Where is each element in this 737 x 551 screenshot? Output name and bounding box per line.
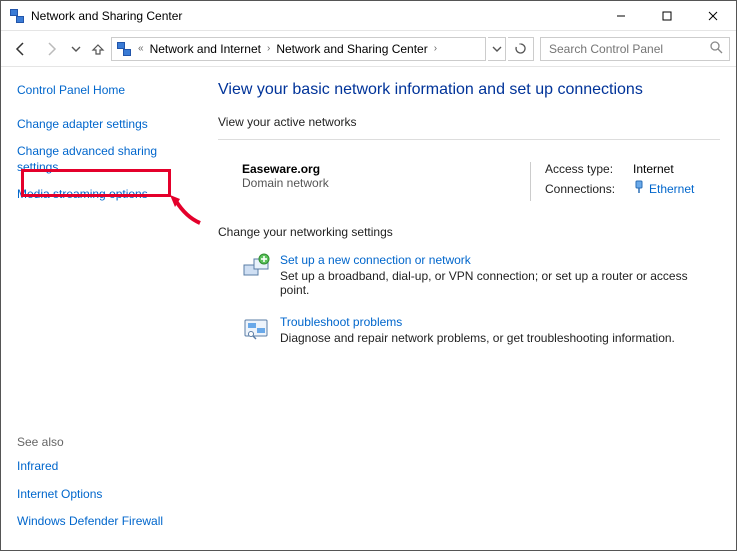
access-type-value: Internet bbox=[633, 162, 674, 176]
see-also-infrared[interactable]: Infrared bbox=[17, 459, 192, 475]
see-also-internet-options[interactable]: Internet Options bbox=[17, 487, 192, 503]
window-controls bbox=[598, 1, 736, 30]
address-bar-row: « Network and Internet › Network and Sha… bbox=[1, 31, 736, 67]
maximize-button[interactable] bbox=[644, 1, 690, 30]
change-adapter-settings-link[interactable]: Change adapter settings bbox=[17, 117, 192, 133]
troubleshoot-link[interactable]: Troubleshoot problems bbox=[280, 315, 675, 329]
troubleshoot-icon bbox=[242, 315, 270, 343]
see-also-firewall[interactable]: Windows Defender Firewall bbox=[17, 514, 192, 530]
breadcrumb-bar[interactable]: « Network and Internet › Network and Sha… bbox=[111, 37, 486, 61]
access-type-label: Access type: bbox=[545, 162, 625, 176]
history-dropdown[interactable] bbox=[67, 44, 85, 54]
setup-connection-item: Set up a new connection or network Set u… bbox=[218, 249, 720, 311]
active-network-block: Easeware.org Domain network Access type:… bbox=[218, 154, 720, 219]
troubleshoot-item: Troubleshoot problems Diagnose and repai… bbox=[218, 311, 720, 359]
refresh-button[interactable] bbox=[508, 37, 534, 61]
breadcrumb-segment[interactable]: Network and Internet bbox=[150, 42, 261, 56]
search-input[interactable] bbox=[547, 41, 697, 57]
forward-button[interactable] bbox=[37, 35, 65, 63]
search-icon bbox=[710, 41, 723, 57]
breadcrumb-segment[interactable]: Network and Sharing Center bbox=[276, 42, 427, 56]
setup-connection-desc: Set up a broadband, dial-up, or VPN conn… bbox=[280, 269, 720, 297]
back-button[interactable] bbox=[7, 35, 35, 63]
chevron-icon: « bbox=[136, 43, 146, 54]
active-networks-label: View your active networks bbox=[218, 115, 720, 129]
media-streaming-options-link[interactable]: Media streaming options bbox=[17, 187, 192, 203]
address-dropdown[interactable] bbox=[488, 37, 506, 61]
chevron-right-icon: › bbox=[265, 43, 272, 54]
see-also-header: See also bbox=[17, 435, 192, 449]
connection-name: Ethernet bbox=[649, 182, 694, 196]
network-name: Easeware.org bbox=[242, 162, 530, 176]
network-type: Domain network bbox=[242, 176, 530, 190]
change-advanced-sharing-link[interactable]: Change advanced sharing settings bbox=[17, 144, 192, 175]
setup-connection-link[interactable]: Set up a new connection or network bbox=[280, 253, 720, 267]
control-panel-home-link[interactable]: Control Panel Home bbox=[17, 83, 192, 99]
connections-label: Connections: bbox=[545, 182, 625, 196]
page-heading: View your basic network information and … bbox=[218, 81, 720, 99]
sidebar: Control Panel Home Change adapter settin… bbox=[1, 67, 206, 550]
search-box[interactable] bbox=[540, 37, 730, 61]
breadcrumb-icon bbox=[116, 41, 132, 57]
app-icon bbox=[9, 8, 25, 24]
main-panel: View your basic network information and … bbox=[206, 67, 736, 550]
ethernet-icon bbox=[633, 180, 645, 197]
minimize-button[interactable] bbox=[598, 1, 644, 30]
connection-link[interactable]: Ethernet bbox=[633, 180, 694, 197]
change-settings-label: Change your networking settings bbox=[218, 225, 720, 239]
close-button[interactable] bbox=[690, 1, 736, 30]
troubleshoot-desc: Diagnose and repair network problems, or… bbox=[280, 331, 675, 345]
up-button[interactable] bbox=[87, 35, 109, 63]
setup-connection-icon bbox=[242, 253, 270, 281]
titlebar: Network and Sharing Center bbox=[1, 1, 736, 31]
chevron-right-icon: › bbox=[432, 43, 439, 54]
window-title: Network and Sharing Center bbox=[31, 9, 182, 23]
